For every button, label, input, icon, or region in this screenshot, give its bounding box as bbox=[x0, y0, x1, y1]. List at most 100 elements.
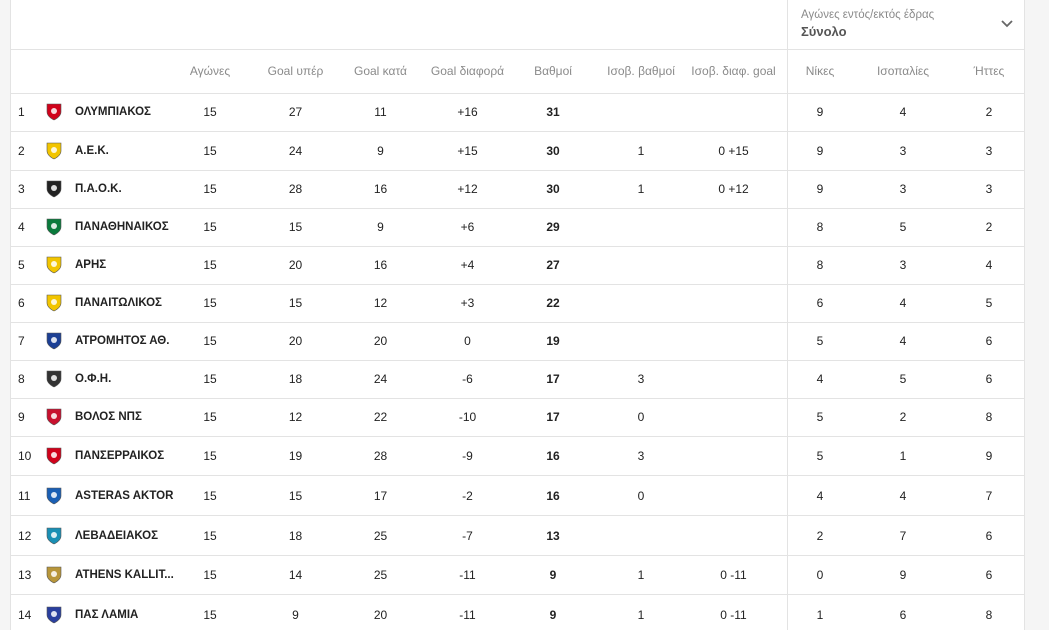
cell-gf: 27 bbox=[288, 105, 303, 119]
table-row[interactable]: 3 Π.Α.Ο.Κ. 15 28 16 +12 30 1 0 +12 9 3 3 bbox=[11, 170, 1024, 209]
cell-gf: 28 bbox=[288, 182, 303, 196]
team-name[interactable]: Π.Α.Ο.Κ. bbox=[75, 170, 185, 208]
col-draws[interactable]: Ισοπαλίες bbox=[871, 50, 935, 93]
team-name[interactable]: ΑΤΡΟΜΗΤΟΣ ΑΘ. bbox=[75, 322, 185, 360]
cell-played: 15 bbox=[203, 529, 217, 543]
row-position: 4 bbox=[18, 220, 25, 234]
team-name[interactable]: ΑΡΗΣ bbox=[75, 246, 185, 284]
cell-d: 3 bbox=[899, 258, 907, 272]
cell-l: 5 bbox=[985, 296, 993, 310]
chevron-down-icon[interactable] bbox=[1001, 20, 1013, 28]
cell-tgd: 0 -11 bbox=[720, 568, 747, 582]
table-row[interactable]: 6 ΠΑΝΑΙΤΩΛΙΚΟΣ 15 15 12 +3 22 6 4 5 bbox=[11, 284, 1024, 323]
cell-tpts bbox=[601, 322, 681, 360]
team-name[interactable]: ΠΑΝΑΘΗΝΑΙΚΟΣ bbox=[75, 208, 185, 246]
cell-pts: 9 bbox=[549, 568, 557, 582]
table-row[interactable]: 14 ΠΑΣ ΛΑΜΙΑ 15 9 20 -11 9 1 0 -11 1 6 8 bbox=[11, 596, 1024, 630]
cell-gd: -2 bbox=[462, 489, 473, 503]
team-name[interactable]: ΠΑΝΑΙΤΩΛΙΚΟΣ bbox=[75, 284, 185, 322]
row-position: 12 bbox=[18, 529, 32, 543]
table-row[interactable]: 2 Α.Ε.Κ. 15 24 9 +15 30 1 0 +15 9 3 3 bbox=[11, 132, 1024, 171]
table-row[interactable]: 8 Ο.Φ.Η. 15 18 24 -6 17 3 4 5 6 bbox=[11, 360, 1024, 399]
table-row[interactable]: 13 ATHENS KALLIT... 15 14 25 -11 9 1 0 -11 0 9 6 bbox=[11, 556, 1024, 595]
cell-d: 3 bbox=[899, 144, 907, 158]
cell-l: 6 bbox=[985, 372, 993, 386]
col-losses[interactable]: Ήττες bbox=[969, 50, 1009, 93]
cell-gf: 18 bbox=[288, 529, 303, 543]
cell-played: 15 bbox=[203, 144, 217, 158]
cell-w: 4 bbox=[816, 489, 824, 503]
col-points[interactable]: Βαθμοί bbox=[523, 50, 583, 93]
cell-w: 1 bbox=[816, 608, 824, 622]
cell-ga: 22 bbox=[373, 410, 388, 424]
cell-l: 4 bbox=[985, 258, 993, 272]
team-name[interactable]: ΒΟΛΟΣ ΝΠΣ bbox=[75, 398, 185, 436]
cell-w: 5 bbox=[816, 410, 824, 424]
cell-gf: 20 bbox=[288, 334, 303, 348]
cell-d: 2 bbox=[899, 410, 907, 424]
table-row[interactable]: 5 ΑΡΗΣ 15 20 16 +4 27 8 3 4 bbox=[11, 246, 1024, 285]
team-name[interactable]: ΟΛΥΜΠΙΑΚΟΣ bbox=[75, 93, 185, 131]
cell-d: 5 bbox=[899, 220, 907, 234]
cell-tpts bbox=[601, 284, 681, 322]
team-name[interactable]: ASTERAS AKTOR bbox=[75, 477, 185, 515]
cell-w: 9 bbox=[816, 144, 824, 158]
panserraikos-crest-icon bbox=[46, 447, 62, 465]
row-position: 2 bbox=[18, 144, 25, 158]
cell-l: 7 bbox=[985, 489, 993, 503]
team-name[interactable]: ATHENS KALLIT... bbox=[75, 556, 185, 594]
table-row[interactable]: 12 ΛΕΒΑΔΕΙΑΚΟΣ 15 18 25 -7 13 2 7 6 bbox=[11, 517, 1024, 556]
cell-w: 9 bbox=[816, 182, 824, 196]
team-name[interactable]: Α.Ε.Κ. bbox=[75, 132, 185, 170]
cell-pts: 27 bbox=[546, 258, 560, 272]
cell-d: 4 bbox=[899, 489, 907, 503]
cell-tpts: 1 bbox=[637, 608, 645, 622]
standings-table: Αγώνες εντός/εκτός έδρας Σύνολο Αγώνες G… bbox=[10, 0, 1025, 630]
col-played[interactable]: Αγώνες bbox=[181, 50, 239, 93]
cell-gf: 15 bbox=[288, 296, 303, 310]
col-goal-diff[interactable]: Goal διαφορά bbox=[425, 50, 510, 93]
cell-tgd bbox=[686, 284, 781, 322]
cell-tgd bbox=[686, 208, 781, 246]
cell-l: 6 bbox=[985, 334, 993, 348]
cell-tpts: 3 bbox=[637, 449, 645, 463]
row-position: 1 bbox=[18, 105, 25, 119]
table-row[interactable]: 1 ΟΛΥΜΠΙΑΚΟΣ 15 27 11 +16 31 9 4 2 bbox=[11, 93, 1024, 132]
row-position: 5 bbox=[18, 258, 25, 272]
home-away-filter[interactable]: Αγώνες εντός/εκτός έδρας Σύνολο bbox=[787, 0, 1024, 49]
col-tie-points[interactable]: Ισοβ. βαθμοί bbox=[601, 50, 681, 93]
team-name[interactable]: ΛΕΒΑΔΕΙΑΚΟΣ bbox=[75, 517, 185, 555]
table-row[interactable]: 4 ΠΑΝΑΘΗΝΑΙΚΟΣ 15 15 9 +6 29 8 5 2 bbox=[11, 208, 1024, 247]
table-row[interactable]: 11 ASTERAS AKTOR 15 15 17 -2 16 0 4 4 7 bbox=[11, 477, 1024, 516]
cell-tgd bbox=[686, 437, 781, 475]
cell-l: 3 bbox=[985, 144, 993, 158]
cell-gf: 12 bbox=[288, 410, 303, 424]
cell-tgd: 0 -11 bbox=[720, 608, 747, 622]
cell-l: 8 bbox=[985, 410, 993, 424]
cell-tpts: 0 bbox=[637, 410, 645, 424]
cell-d: 4 bbox=[899, 296, 907, 310]
cell-pts: 16 bbox=[546, 489, 560, 503]
col-tie-gd[interactable]: Ισοβ. διαφ. goal bbox=[686, 50, 781, 93]
lamia-crest-icon bbox=[46, 606, 62, 624]
team-name[interactable]: ΠΑΣ ΛΑΜΙΑ bbox=[75, 596, 185, 630]
cell-w: 9 bbox=[816, 105, 824, 119]
team-name[interactable]: Ο.Φ.Η. bbox=[75, 360, 185, 398]
cell-d: 5 bbox=[899, 372, 907, 386]
table-row[interactable]: 7 ΑΤΡΟΜΗΤΟΣ ΑΘ. 15 20 20 0 19 5 4 6 bbox=[11, 322, 1024, 361]
cell-gf: 14 bbox=[288, 568, 303, 582]
cell-l: 2 bbox=[985, 220, 993, 234]
col-goals-against[interactable]: Goal κατά bbox=[343, 50, 418, 93]
cell-pts: 30 bbox=[546, 144, 560, 158]
table-row[interactable]: 9 ΒΟΛΟΣ ΝΠΣ 15 12 22 -10 17 0 5 2 8 bbox=[11, 398, 1024, 437]
cell-pts: 17 bbox=[546, 372, 560, 386]
col-wins[interactable]: Νίκες bbox=[793, 50, 847, 93]
cell-pts: 16 bbox=[546, 449, 560, 463]
col-goals-for[interactable]: Goal υπέρ bbox=[258, 50, 333, 93]
team-name[interactable]: ΠΑΝΣΕΡΡΑΙΚΟΣ bbox=[75, 437, 185, 475]
panetolikos-crest-icon bbox=[46, 294, 62, 312]
cell-tpts bbox=[601, 93, 681, 131]
cell-ga: 12 bbox=[373, 296, 388, 310]
athens-kallithea-crest-icon bbox=[46, 566, 62, 584]
table-row[interactable]: 10 ΠΑΝΣΕΡΡΑΙΚΟΣ 15 19 28 -9 16 3 5 1 9 bbox=[11, 437, 1024, 476]
